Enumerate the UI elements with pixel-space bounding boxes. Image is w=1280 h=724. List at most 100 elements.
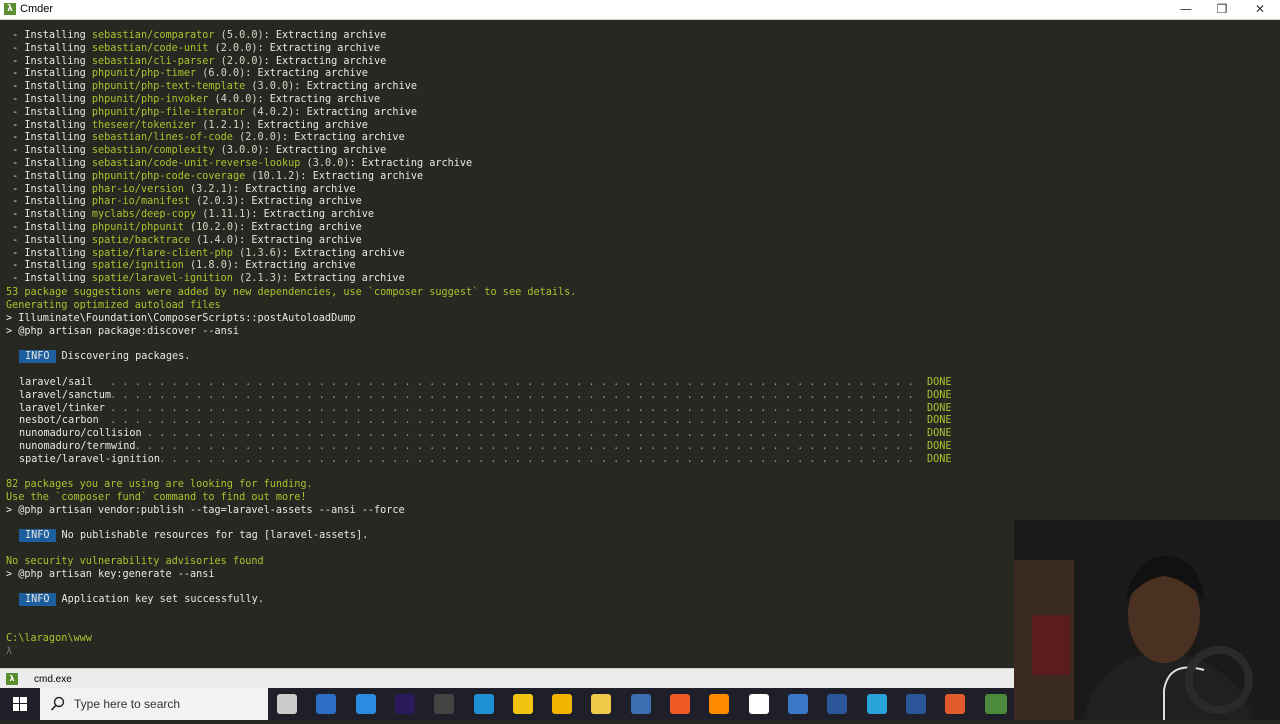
info-line: INFO Application key set successfully. — [6, 593, 264, 606]
install-line: - Installing phar-io/manifest (2.0.3): E… — [6, 196, 362, 208]
sticky-notes-icon[interactable] — [512, 694, 533, 714]
done-status: DONE — [927, 377, 952, 388]
package-name: phar-io/manifest — [91, 196, 191, 208]
package-name: spatie/backtrace — [91, 234, 191, 246]
vscode-icon[interactable] — [355, 694, 376, 714]
command-line: > @php artisan key:generate --ansi — [6, 569, 215, 580]
chrome-icon[interactable] — [748, 694, 769, 714]
package-name: phpunit/phpunit — [91, 222, 184, 233]
install-line: - Installing phpunit/phpunit (10.2.0): E… — [6, 222, 362, 233]
command-line: > Illuminate\Foundation\ComposerScripts:… — [6, 313, 356, 324]
search-placeholder: Type here to search — [74, 697, 181, 711]
cmder-app-icon: λ — [4, 3, 16, 15]
done-status: DONE — [927, 441, 952, 452]
command-line: > @php artisan vendor:publish --tag=lara… — [6, 505, 405, 516]
command-line: > @php artisan package:discover --ansi — [6, 326, 240, 337]
install-line: - Installing phpunit/php-invoker (4.0.0)… — [6, 94, 381, 105]
file-icon[interactable] — [316, 694, 337, 714]
taskbar-search[interactable]: Type here to search — [40, 688, 268, 720]
done-status: DONE — [927, 402, 952, 414]
leader-dots: . . . . . . . . . . . . . . . . . . . . … — [110, 415, 920, 427]
funding-line: 82 packages you are using are looking fo… — [6, 479, 313, 490]
install-line: - Installing phpunit/php-file-iterator (… — [6, 106, 417, 118]
package-name: phar-io/version — [91, 183, 184, 195]
install-line: - Installing phpunit/php-text-template (… — [6, 81, 417, 93]
package-name: spatie/ignition — [91, 260, 184, 272]
presenter-image — [1014, 520, 1280, 720]
package-name: sebastian/code-unit-reverse-lookup — [91, 158, 301, 169]
task-view-icon[interactable] — [277, 694, 297, 714]
leader-dots: . . . . . . . . . . . . . . . . . . . . … — [110, 389, 920, 401]
windows-icon — [13, 697, 27, 711]
word-icon[interactable] — [827, 694, 848, 714]
package-name: myclabs/deep-copy — [91, 209, 197, 221]
discovered-package-name: laravel/sail — [19, 377, 93, 388]
discovered-package-name: laravel/sanctum — [19, 389, 112, 401]
install-line: - Installing sebastian/code-unit (2.0.0)… — [6, 42, 381, 54]
package-name: sebastian/cli-parser — [91, 55, 215, 67]
autoload-line: Generating optimized autoload files — [6, 300, 221, 311]
qbittorrent-icon[interactable] — [787, 694, 808, 714]
close-button[interactable]: ✕ — [1242, 0, 1278, 19]
sublime-icon[interactable] — [709, 694, 730, 714]
obs-icon[interactable] — [434, 694, 455, 714]
webcam-overlay — [1014, 520, 1280, 720]
laragon-icon[interactable] — [945, 694, 966, 714]
discovered-package-name: laravel/tinker — [19, 402, 105, 414]
doc-icon[interactable] — [905, 694, 926, 714]
package-name: spatie/flare-client-php — [91, 247, 233, 259]
install-line: - Installing phpunit/php-timer (6.0.0): … — [6, 68, 368, 80]
cmder-icon[interactable] — [985, 694, 1007, 714]
done-status: DONE — [927, 428, 952, 440]
restore-button[interactable]: ❐ — [1204, 0, 1240, 19]
done-status: DONE — [927, 453, 952, 465]
install-line: - Installing spatie/ignition (1.8.0): Ex… — [6, 260, 356, 272]
file-explorer-icon[interactable] — [591, 694, 612, 714]
telegram-icon[interactable] — [866, 694, 887, 714]
install-line: - Installing sebastian/lines-of-code (2.… — [6, 132, 405, 144]
install-line: - Installing spatie/flare-client-php (1.… — [6, 247, 405, 259]
edge-icon[interactable] — [473, 694, 494, 714]
leader-dots: . . . . . . . . . . . . . . . . . . . . … — [110, 428, 920, 440]
info-badge: INFO — [19, 529, 56, 542]
install-line: - Installing spatie/backtrace (1.4.0): E… — [6, 234, 362, 246]
done-status: DONE — [927, 389, 952, 401]
prompt-symbol[interactable]: λ — [6, 645, 12, 658]
info-line: INFO Discovering packages. — [6, 350, 190, 363]
package-name: sebastian/comparator — [91, 30, 215, 41]
info-text: Application key set successfully. — [61, 594, 264, 605]
install-line: - Installing sebastian/cli-parser (2.0.0… — [6, 55, 387, 67]
package-name: phpunit/php-file-iterator — [91, 106, 246, 118]
premiere-icon[interactable] — [394, 694, 415, 714]
remote-desktop-icon[interactable] — [630, 694, 651, 714]
tab-cmd[interactable]: λ cmd.exe — [6, 672, 72, 686]
discovered-package-name: nesbot/carbon — [19, 415, 99, 427]
leader-dots: . . . . . . . . . . . . . . . . . . . . … — [110, 377, 920, 388]
install-line: - Installing phar-io/version (3.2.1): Ex… — [6, 183, 356, 195]
prompt-path: C:\laragon\www — [6, 633, 92, 644]
install-line: - Installing sebastian/complexity (3.0.0… — [6, 145, 387, 157]
cmder-tab-icon: λ — [6, 673, 18, 685]
window-title: Cmder — [20, 3, 54, 15]
info-badge: INFO — [19, 350, 56, 363]
info-line: INFO No publishable resources for tag [la… — [6, 529, 368, 542]
package-name: sebastian/code-unit — [91, 42, 209, 54]
package-name: theseer/tokenizer — [91, 119, 197, 131]
package-name: sebastian/lines-of-code — [91, 132, 233, 144]
music-icon[interactable] — [552, 694, 573, 714]
install-line: - Installing theseer/tokenizer (1.2.1): … — [6, 119, 368, 131]
leader-dots: . . . . . . . . . . . . . . . . . . . . … — [110, 441, 920, 452]
suggestions-line: 53 package suggestions were added by new… — [6, 287, 577, 298]
done-status: DONE — [927, 415, 952, 427]
start-button[interactable] — [0, 688, 40, 720]
security-line: No security vulnerability advisories fou… — [6, 556, 264, 567]
leader-dots: . . . . . . . . . . . . . . . . . . . . … — [110, 402, 920, 414]
package-name: phpunit/php-code-coverage — [91, 170, 246, 182]
package-name: phpunit/php-invoker — [91, 94, 209, 105]
install-line: - Installing sebastian/comparator (5.0.0… — [6, 30, 387, 41]
search-icon — [50, 696, 65, 711]
postman-icon[interactable] — [670, 694, 690, 714]
install-line: - Installing spatie/laravel-ignition (2.… — [6, 273, 405, 285]
minimize-button[interactable]: — — [1168, 0, 1204, 19]
install-line: - Installing phpunit/php-code-coverage (… — [6, 170, 424, 182]
